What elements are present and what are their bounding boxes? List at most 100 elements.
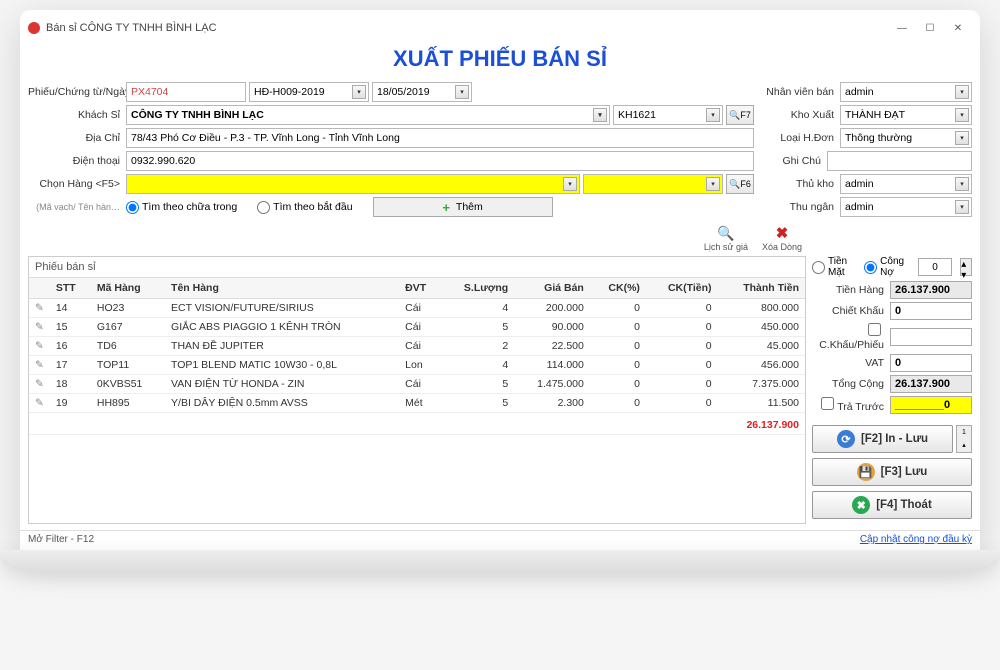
cell-ckt: 0 bbox=[646, 375, 718, 394]
table-row[interactable]: ✎16TD6THAN ĐỀ JUPITERCái222.5000045.000 bbox=[29, 337, 805, 356]
cell-unit: Cái bbox=[399, 318, 442, 337]
col-ckp[interactable]: CK(%) bbox=[590, 278, 646, 299]
cell-ckp: 0 bbox=[590, 337, 646, 356]
discount-per-input[interactable] bbox=[890, 328, 972, 346]
col-name[interactable]: Tên Hàng bbox=[165, 278, 399, 299]
cell-ckt: 0 bbox=[646, 337, 718, 356]
chevron-down-icon[interactable]: ▾ bbox=[955, 200, 969, 214]
col-code[interactable]: Mã Hàng bbox=[91, 278, 165, 299]
radio-debt[interactable]: Công Nợ bbox=[864, 256, 910, 278]
edit-row-icon[interactable]: ✎ bbox=[29, 356, 50, 375]
f7-button[interactable]: 🔍F7 bbox=[726, 105, 754, 125]
cell-ckt: 0 bbox=[646, 356, 718, 375]
col-unit[interactable]: ĐVT bbox=[399, 278, 442, 299]
chevron-down-icon[interactable]: ▾ bbox=[593, 108, 607, 122]
col-price[interactable]: Giá Bán bbox=[514, 278, 590, 299]
cashier-combo[interactable]: admin▾ bbox=[840, 197, 972, 217]
address-input[interactable] bbox=[126, 128, 754, 148]
label-storekeeper: Thủ kho bbox=[762, 178, 840, 190]
col-qty[interactable]: S.Lượng bbox=[442, 278, 514, 299]
radio-cash[interactable]: Tiền Mặt bbox=[812, 256, 856, 278]
edit-row-icon[interactable]: ✎ bbox=[29, 299, 50, 318]
vat-input[interactable]: 0 bbox=[890, 354, 972, 372]
cell-ckp: 0 bbox=[590, 375, 646, 394]
cell-price: 114.000 bbox=[514, 356, 590, 375]
pick-item-code-combo[interactable]: ▾ bbox=[583, 174, 723, 194]
chevron-down-icon[interactable]: ▾ bbox=[955, 85, 969, 99]
cell-ckt: 0 bbox=[646, 299, 718, 318]
cell-unit: Lon bbox=[399, 356, 442, 375]
label-staff: Nhân viên bán bbox=[762, 86, 840, 98]
col-stt[interactable]: STT bbox=[50, 278, 91, 299]
items-table[interactable]: STT Mã Hàng Tên Hàng ĐVT S.Lượng Giá Bán… bbox=[29, 278, 805, 435]
receipt-date-combo[interactable]: 18/05/2019 ▾ bbox=[372, 82, 472, 102]
chevron-down-icon[interactable]: ▾ bbox=[706, 108, 720, 122]
table-row[interactable]: ✎19HH895Y/BI DÂY ĐIỆN 0.5mm AVSSMét52.30… bbox=[29, 394, 805, 413]
maximize-button[interactable]: ☐ bbox=[916, 18, 944, 38]
radio-contain[interactable]: Tìm theo chữa trong bbox=[126, 201, 237, 214]
phone-input[interactable] bbox=[126, 151, 754, 171]
label-invtype: Loại H.Đơn bbox=[762, 132, 840, 144]
debt-stepper[interactable]: ▴▾ bbox=[960, 258, 972, 276]
customer-code-combo[interactable]: KH1621▾ bbox=[613, 105, 723, 125]
close-button[interactable]: ✕ bbox=[944, 18, 972, 38]
invtype-combo[interactable]: Thông thường▾ bbox=[840, 128, 972, 148]
discount-per-checkbox[interactable] bbox=[868, 323, 881, 336]
label-subtotal: Tiền Hàng bbox=[812, 284, 890, 296]
pick-item-combo[interactable]: ▾ bbox=[126, 174, 580, 194]
prepay-input[interactable]: ________0 bbox=[890, 396, 972, 414]
add-button[interactable]: + Thêm bbox=[373, 197, 553, 217]
customer-name-combo[interactable]: CÔNG TY TNHH BÌNH LẠC▾ bbox=[126, 105, 610, 125]
print-save-button[interactable]: ⟳ [F2] In - Lưu bbox=[812, 425, 953, 453]
prepay-checkbox[interactable] bbox=[821, 397, 834, 410]
chevron-down-icon[interactable]: ▾ bbox=[955, 131, 969, 145]
save-button[interactable]: 💾 [F3] Lưu bbox=[812, 458, 972, 486]
receipt-no-input[interactable] bbox=[126, 82, 246, 102]
cell-unit: Cái bbox=[399, 375, 442, 394]
table-row[interactable]: ✎180KVBS51VAN ĐIỆN TỪ HONDA - ZINCái51.4… bbox=[29, 375, 805, 394]
receipt-date-value: 18/05/2019 bbox=[377, 86, 430, 98]
edit-row-icon[interactable]: ✎ bbox=[29, 375, 50, 394]
discount-input[interactable]: 0 bbox=[890, 302, 972, 320]
chevron-down-icon[interactable]: ▾ bbox=[563, 177, 577, 191]
magnify-icon: 🔍 bbox=[717, 224, 735, 242]
copies-stepper[interactable]: 1▴ bbox=[956, 425, 972, 453]
warehouse-combo[interactable]: THÀNH ĐẠT▾ bbox=[840, 105, 972, 125]
chevron-down-icon[interactable]: ▾ bbox=[455, 85, 469, 99]
table-row[interactable]: ✎15G167GIẮC ABS PIAGGIO 1 KÊNH TRÒNCái59… bbox=[29, 318, 805, 337]
note-input[interactable] bbox=[827, 151, 972, 171]
exit-button[interactable]: ✖ [F4] Thoát bbox=[812, 491, 972, 519]
chevron-down-icon[interactable]: ▾ bbox=[352, 85, 366, 99]
edit-row-icon[interactable]: ✎ bbox=[29, 318, 50, 337]
edit-row-icon[interactable]: ✎ bbox=[29, 337, 50, 356]
price-history-button[interactable]: 🔍 Lịch sử giá bbox=[704, 224, 748, 252]
cell-stt: 19 bbox=[50, 394, 91, 413]
cell-name: VAN ĐIỆN TỪ HONDA - ZIN bbox=[165, 375, 399, 394]
edit-row-icon[interactable]: ✎ bbox=[29, 394, 50, 413]
chevron-down-icon[interactable]: ▾ bbox=[955, 108, 969, 122]
staff-combo[interactable]: admin▾ bbox=[840, 82, 972, 102]
cell-code: TD6 bbox=[91, 337, 165, 356]
f6-button[interactable]: 🔍F6 bbox=[726, 174, 754, 194]
table-grand-total: 26.137.900 bbox=[29, 413, 805, 435]
label-pick-item: Chọn Hàng <F5> bbox=[28, 178, 126, 190]
debt-days-input[interactable]: 0 bbox=[918, 258, 952, 276]
delete-row-button[interactable]: ✖ Xóa Dòng bbox=[762, 224, 802, 252]
footer-update-debt-link[interactable]: Cập nhật công nợ đầu kỳ bbox=[860, 534, 972, 545]
table-row[interactable]: ✎14HO23ECT VISION/FUTURE/SIRIUSCái4200.0… bbox=[29, 299, 805, 318]
footer-filter-hint: Mở Filter - F12 bbox=[28, 534, 94, 545]
storekeeper-combo[interactable]: admin▾ bbox=[840, 174, 972, 194]
col-ckt[interactable]: CK(Tiền) bbox=[646, 278, 718, 299]
chevron-down-icon[interactable]: ▾ bbox=[706, 177, 720, 191]
plus-icon: + bbox=[442, 200, 450, 215]
cell-qty: 5 bbox=[442, 318, 514, 337]
cell-price: 2.300 bbox=[514, 394, 590, 413]
receipt-series-combo[interactable]: HĐ-H009-2019▾ bbox=[249, 82, 369, 102]
col-total[interactable]: Thành Tiền bbox=[718, 278, 805, 299]
cell-ckt: 0 bbox=[646, 394, 718, 413]
table-row[interactable]: ✎17TOP11TOP1 BLEND MATIC 10W30 - 0,8LLon… bbox=[29, 356, 805, 375]
cell-name: GIẮC ABS PIAGGIO 1 KÊNH TRÒN bbox=[165, 318, 399, 337]
chevron-down-icon[interactable]: ▾ bbox=[955, 177, 969, 191]
radio-startswith[interactable]: Tìm theo bắt đầu bbox=[257, 201, 352, 214]
minimize-button[interactable]: — bbox=[888, 18, 916, 38]
